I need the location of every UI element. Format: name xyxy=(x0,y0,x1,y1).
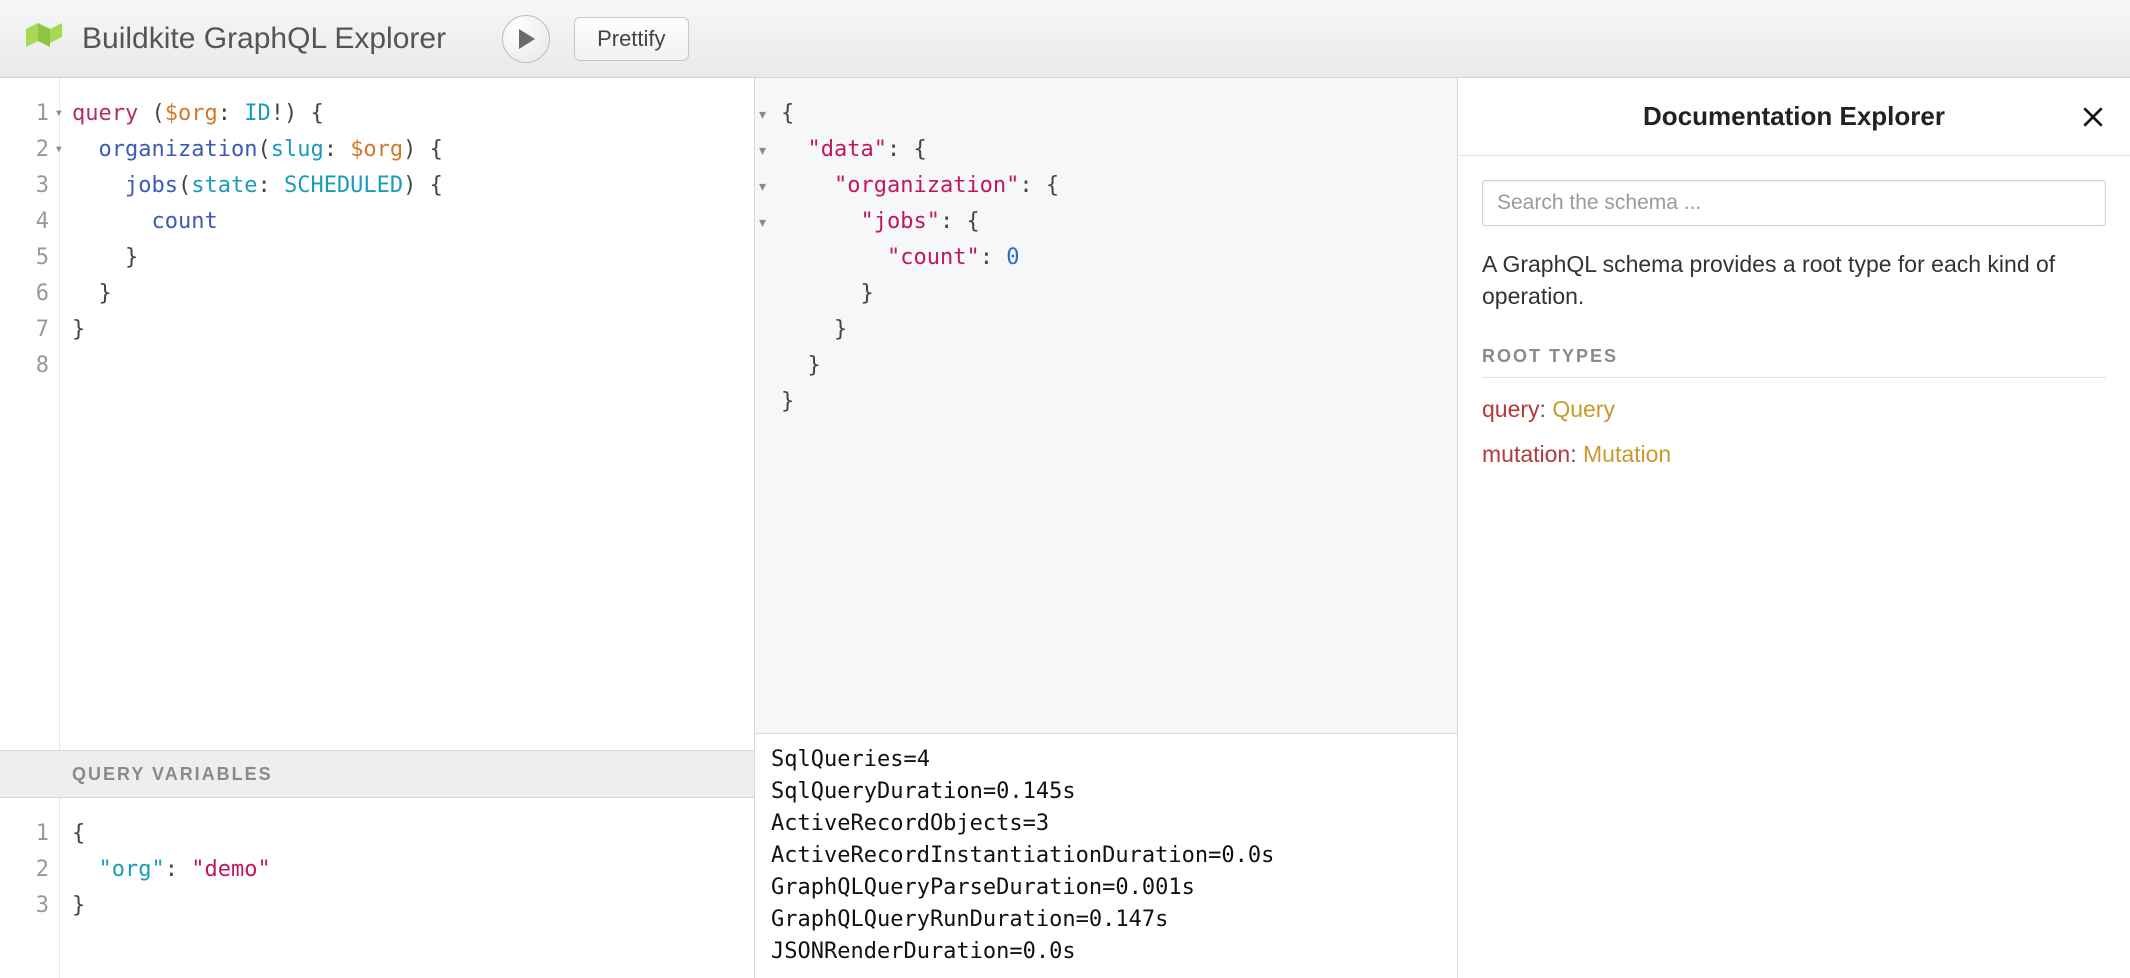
left-column: 1▾ 2▾ 3 4 5 6 7 8 query ($org: ID!) { or… xyxy=(0,78,755,978)
fold-marker-icon[interactable]: ▾ xyxy=(759,204,777,240)
prettify-button[interactable]: Prettify xyxy=(574,17,688,61)
docs-root-type: mutation: Mutation xyxy=(1482,441,2106,468)
result-fold-gutter: ▾ ▾ ▾ ▾ xyxy=(755,78,777,733)
close-icon xyxy=(2080,104,2106,130)
docs-search-input[interactable] xyxy=(1482,180,2106,226)
docs-close-button[interactable] xyxy=(2078,102,2108,132)
docs-title: Documentation Explorer xyxy=(1643,101,1945,132)
docs-field-type-link[interactable]: Mutation xyxy=(1583,441,1671,467)
result-footer-stats: SqlQueries=4 SqlQueryDuration=0.145s Act… xyxy=(755,733,1457,978)
play-icon xyxy=(517,29,535,49)
docs-field-type-link[interactable]: Query xyxy=(1552,396,1615,422)
docs-field-name: mutation xyxy=(1482,441,1570,467)
docs-header: Documentation Explorer xyxy=(1458,78,2130,156)
fold-marker-icon[interactable]: ▾ xyxy=(55,142,63,156)
result-pane[interactable]: ▾ ▾ ▾ ▾ { "data": { "organization": { "j… xyxy=(755,78,1457,733)
query-editor[interactable]: 1▾ 2▾ 3 4 5 6 7 8 query ($org: ID!) { or… xyxy=(0,78,754,750)
docs-column: Documentation Explorer A GraphQL schema … xyxy=(1458,78,2130,978)
fold-marker-icon[interactable]: ▾ xyxy=(55,106,63,120)
query-editor-gutter: 1▾ 2▾ 3 4 5 6 7 8 xyxy=(0,78,60,750)
fold-marker-icon[interactable]: ▾ xyxy=(759,132,777,168)
docs-field-name: query xyxy=(1482,396,1540,422)
query-variables-editor[interactable]: 1 2 3 { "org": "demo" } xyxy=(0,798,754,978)
docs-body: A GraphQL schema provides a root type fo… xyxy=(1458,156,2130,510)
query-editor-code[interactable]: query ($org: ID!) { organization(slug: $… xyxy=(60,78,754,750)
fold-marker-icon[interactable]: ▾ xyxy=(759,168,777,204)
app-title: Buildkite GraphQL Explorer xyxy=(82,22,446,56)
docs-root-type: query: Query xyxy=(1482,396,2106,423)
result-column: ▾ ▾ ▾ ▾ { "data": { "organization": { "j… xyxy=(755,78,1458,978)
execute-button[interactable] xyxy=(502,15,550,63)
docs-section-title: Root Types xyxy=(1482,346,2106,378)
variables-gutter: 1 2 3 xyxy=(0,798,60,978)
topbar: Buildkite GraphQL Explorer Prettify xyxy=(0,0,2130,78)
fold-marker-icon[interactable]: ▾ xyxy=(759,96,777,132)
variables-code[interactable]: { "org": "demo" } xyxy=(60,798,754,978)
query-variables-header[interactable]: Query Variables xyxy=(0,750,754,798)
buildkite-logo-icon xyxy=(24,19,64,59)
result-code: { "data": { "organization": { "jobs": { … xyxy=(777,78,1457,733)
docs-description: A GraphQL schema provides a root type fo… xyxy=(1482,248,2106,312)
main-area: 1▾ 2▾ 3 4 5 6 7 8 query ($org: ID!) { or… xyxy=(0,78,2130,978)
